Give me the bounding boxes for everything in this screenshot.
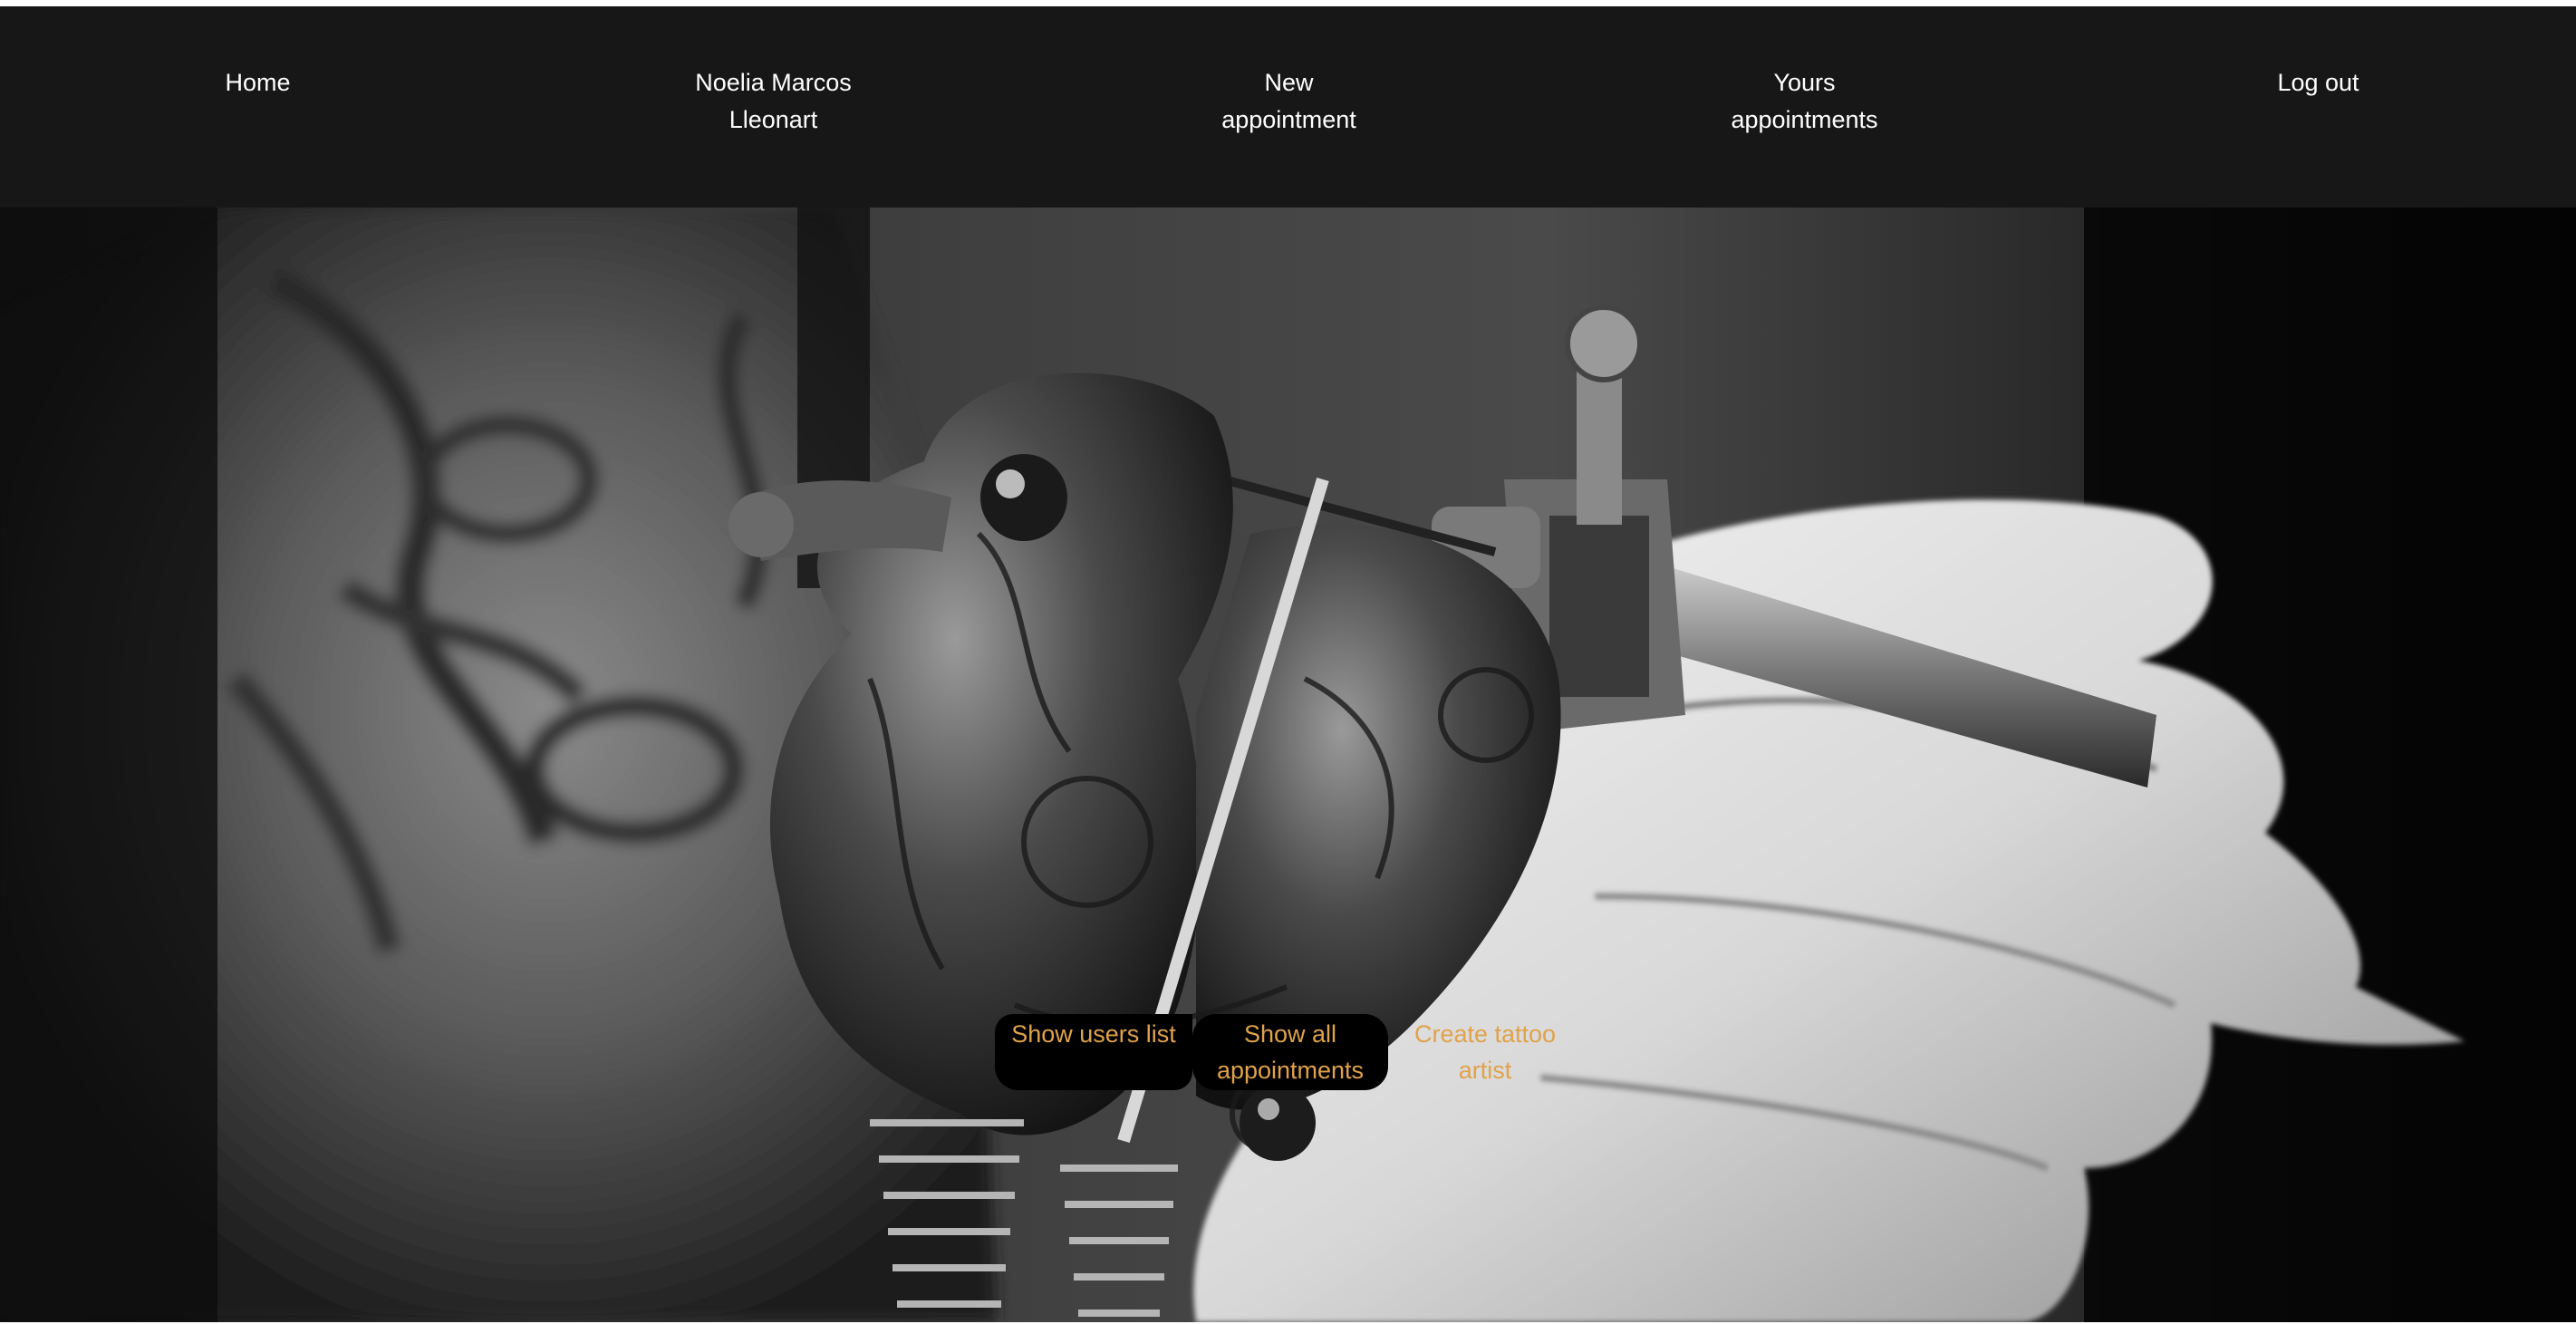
nav-item-yours-appointments: Yours appointments <box>1547 6 2062 208</box>
nav-item-profile: Noelia Marcos Lleonart <box>516 6 1031 208</box>
hero-background: Show users list Show all appointments Cr… <box>0 208 2576 1322</box>
create-tattoo-artist-button[interactable]: Create tattoo artist <box>1388 1014 1582 1090</box>
tattoo-machine-photo <box>0 208 2576 1322</box>
nav-item-home: Home <box>0 6 516 208</box>
nav-item-new-appointment: New appointment <box>1031 6 1547 208</box>
home-link[interactable]: Home <box>225 64 290 101</box>
logout-link[interactable]: Log out <box>2277 64 2359 101</box>
admin-actions: Show users list Show all appointments Cr… <box>995 1014 1582 1090</box>
new-appointment-link[interactable]: New appointment <box>1212 64 1366 139</box>
profile-link[interactable]: Noelia Marcos Lleonart <box>688 64 860 139</box>
nav-item-logout: Log out <box>2060 6 2576 208</box>
top-navbar: Home Noelia Marcos Lleonart New appointm… <box>0 6 2576 208</box>
show-users-list-button[interactable]: Show users list <box>995 1014 1192 1090</box>
show-all-appointments-button[interactable]: Show all appointments <box>1192 1014 1388 1090</box>
yours-appointments-link[interactable]: Yours appointments <box>1719 64 1891 139</box>
page: Home Noelia Marcos Lleonart New appointm… <box>0 0 2576 1324</box>
